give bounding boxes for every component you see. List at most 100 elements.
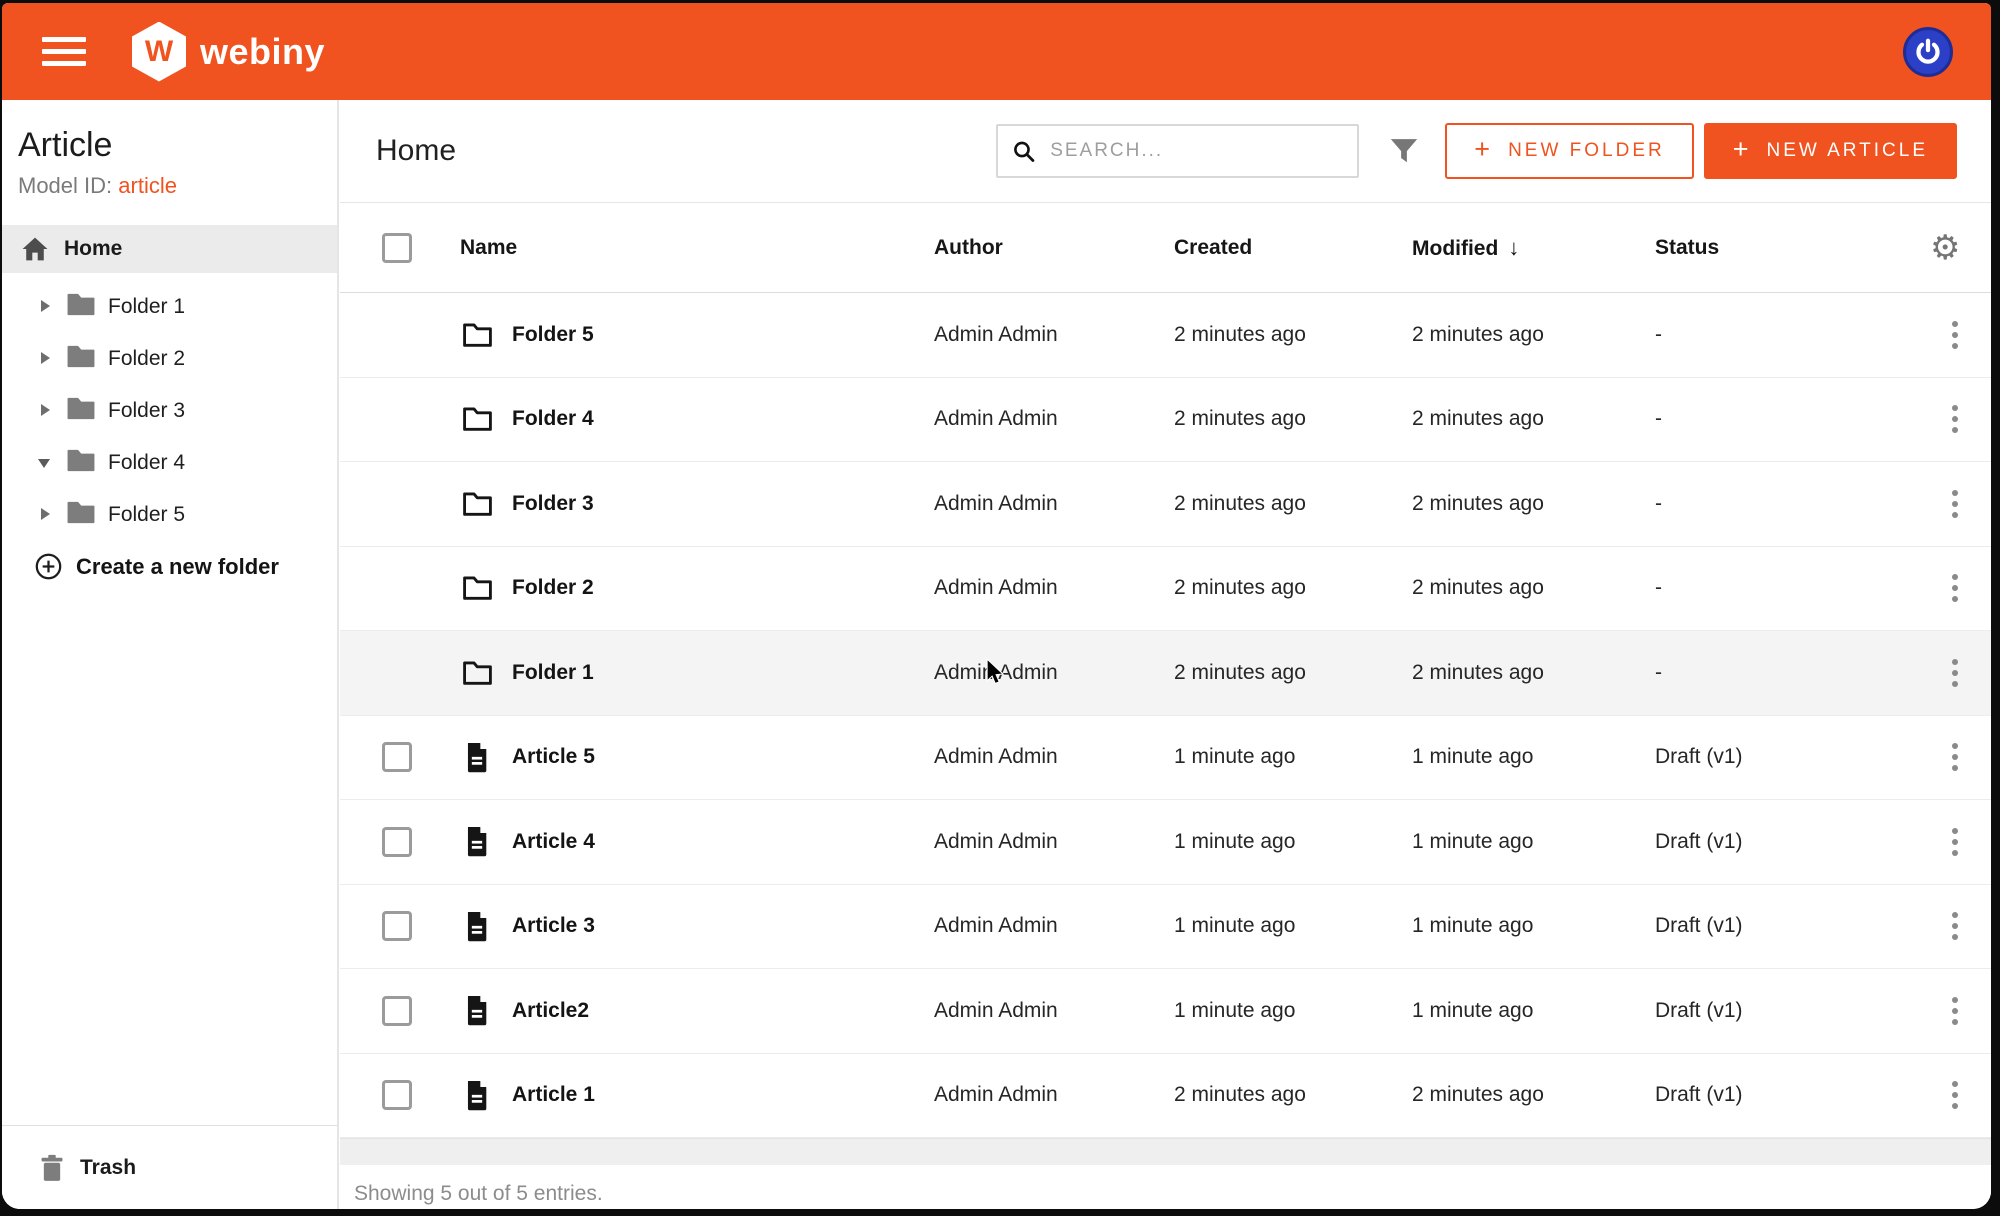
row-created: 2 minutes ago — [1174, 661, 1412, 685]
kebab-menu-icon[interactable] — [1940, 1075, 1970, 1115]
column-header-name[interactable]: Name — [460, 236, 934, 260]
row-author: Admin Admin — [934, 830, 1174, 854]
table-row[interactable]: Folder 2 Admin Admin 2 minutes ago 2 min… — [340, 547, 1991, 632]
row-modified: 1 minute ago — [1412, 830, 1655, 854]
sidebar-folder-item[interactable]: Folder 2 — [2, 333, 337, 385]
user-avatar-power-icon[interactable] — [1903, 27, 1953, 77]
chevron-right-icon[interactable] — [40, 405, 52, 417]
folder-icon — [460, 322, 494, 348]
row-status: Draft (v1) — [1655, 830, 1938, 854]
row-checkbox[interactable] — [382, 911, 412, 941]
kebab-menu-icon[interactable] — [1940, 315, 1970, 355]
row-status: Draft (v1) — [1655, 745, 1938, 769]
row-modified: 1 minute ago — [1412, 914, 1655, 938]
sidebar-folder-item[interactable]: Folder 1 — [2, 281, 337, 333]
chevron-right-icon[interactable] — [40, 353, 52, 365]
column-header-author[interactable]: Author — [934, 236, 1174, 260]
chevron-down-icon[interactable] — [40, 457, 52, 469]
entries-count: Showing 5 out of 5 entries. — [340, 1165, 1991, 1206]
new-folder-button[interactable]: + NEW FOLDER — [1445, 123, 1693, 179]
table-row[interactable]: Folder 1 Admin Admin 2 minutes ago 2 min… — [340, 631, 1991, 716]
row-name[interactable]: Article2 — [512, 999, 589, 1023]
menu-icon[interactable] — [42, 30, 86, 73]
row-modified: 1 minute ago — [1412, 745, 1655, 769]
column-header-status[interactable]: Status — [1655, 236, 1938, 260]
row-created: 1 minute ago — [1174, 830, 1412, 854]
row-name[interactable]: Folder 4 — [512, 407, 594, 431]
row-name[interactable]: Article 5 — [512, 745, 595, 769]
table-row[interactable]: Article2 Admin Admin 1 minute ago 1 minu… — [340, 969, 1991, 1054]
row-status: - — [1655, 661, 1938, 685]
folder-icon — [67, 397, 95, 425]
row-checkbox[interactable] — [382, 1080, 412, 1110]
row-modified: 2 minutes ago — [1412, 407, 1655, 431]
row-modified: 2 minutes ago — [1412, 576, 1655, 600]
table-row[interactable]: Article 3 Admin Admin 1 minute ago 1 min… — [340, 885, 1991, 970]
row-status: Draft (v1) — [1655, 914, 1938, 938]
table-row[interactable]: Folder 3 Admin Admin 2 minutes ago 2 min… — [340, 462, 1991, 547]
sidebar: Article Model ID: article Home Folder 1 … — [2, 100, 339, 1209]
row-name[interactable]: Folder 5 — [512, 323, 594, 347]
model-id: Model ID: article — [18, 173, 321, 199]
new-article-button[interactable]: + NEW ARTICLE — [1704, 123, 1957, 179]
row-name[interactable]: Folder 1 — [512, 661, 594, 685]
sidebar-folder-item[interactable]: Folder 3 — [2, 385, 337, 437]
model-id-value[interactable]: article — [118, 173, 177, 198]
folder-icon — [460, 491, 494, 517]
model-title: Article — [18, 126, 321, 165]
table-row[interactable]: Folder 4 Admin Admin 2 minutes ago 2 min… — [340, 378, 1991, 463]
table-row[interactable]: Folder 5 Admin Admin 2 minutes ago 2 min… — [340, 293, 1991, 378]
kebab-menu-icon[interactable] — [1940, 737, 1970, 777]
row-name[interactable]: Article 4 — [512, 830, 595, 854]
settings-gear-icon[interactable]: ⚙ — [1930, 228, 1960, 268]
folder-icon — [67, 449, 95, 477]
create-folder-button[interactable]: Create a new folder — [2, 553, 337, 580]
folder-icon — [460, 406, 494, 432]
trash-button[interactable]: Trash — [2, 1125, 337, 1209]
kebab-menu-icon[interactable] — [1940, 906, 1970, 946]
row-created: 1 minute ago — [1174, 914, 1412, 938]
row-name[interactable]: Article 1 — [512, 1083, 595, 1107]
filter-icon — [1389, 136, 1419, 166]
row-created: 2 minutes ago — [1174, 323, 1412, 347]
sidebar-folder-label: Folder 5 — [108, 503, 185, 527]
kebab-menu-icon[interactable] — [1940, 822, 1970, 862]
power-icon — [1913, 37, 1943, 67]
row-author: Admin Admin — [934, 914, 1174, 938]
table-header: Name Author Created Modified↓ Status ⚙ — [340, 203, 1991, 293]
plus-icon: + — [1474, 134, 1493, 165]
sidebar-folder-item[interactable]: Folder 5 — [2, 489, 337, 541]
column-header-created[interactable]: Created — [1174, 236, 1412, 260]
table-row[interactable]: Article 4 Admin Admin 1 minute ago 1 min… — [340, 800, 1991, 885]
row-name[interactable]: Article 3 — [512, 914, 595, 938]
chevron-right-icon[interactable] — [40, 301, 52, 313]
row-name[interactable]: Folder 3 — [512, 492, 594, 516]
sidebar-folder-label: Folder 1 — [108, 295, 185, 319]
kebab-menu-icon[interactable] — [1940, 568, 1970, 608]
table-end-strip — [340, 1138, 1991, 1165]
table-row[interactable]: Article 1 Admin Admin 2 minutes ago 2 mi… — [340, 1054, 1991, 1139]
search-box[interactable] — [996, 124, 1359, 178]
select-all-checkbox[interactable] — [382, 233, 412, 263]
row-status: Draft (v1) — [1655, 999, 1938, 1023]
row-checkbox[interactable] — [382, 996, 412, 1026]
kebab-menu-icon[interactable] — [1940, 991, 1970, 1031]
table-row[interactable]: Article 5 Admin Admin 1 minute ago 1 min… — [340, 716, 1991, 801]
sidebar-folder-label: Folder 4 — [108, 451, 185, 475]
row-author: Admin Admin — [934, 407, 1174, 431]
row-created: 2 minutes ago — [1174, 576, 1412, 600]
kebab-menu-icon[interactable] — [1940, 399, 1970, 439]
sidebar-folder-item[interactable]: Folder 4 — [2, 437, 337, 489]
sidebar-item-home[interactable]: Home — [2, 225, 337, 273]
column-header-modified[interactable]: Modified↓ — [1412, 235, 1655, 261]
row-modified: 1 minute ago — [1412, 999, 1655, 1023]
kebab-menu-icon[interactable] — [1940, 484, 1970, 524]
row-name[interactable]: Folder 2 — [512, 576, 594, 600]
search-input[interactable] — [1050, 140, 1343, 162]
filter-button[interactable] — [1387, 134, 1421, 168]
row-checkbox[interactable] — [382, 742, 412, 772]
kebab-menu-icon[interactable] — [1940, 653, 1970, 693]
chevron-right-icon[interactable] — [40, 509, 52, 521]
row-checkbox[interactable] — [382, 827, 412, 857]
row-created: 2 minutes ago — [1174, 407, 1412, 431]
